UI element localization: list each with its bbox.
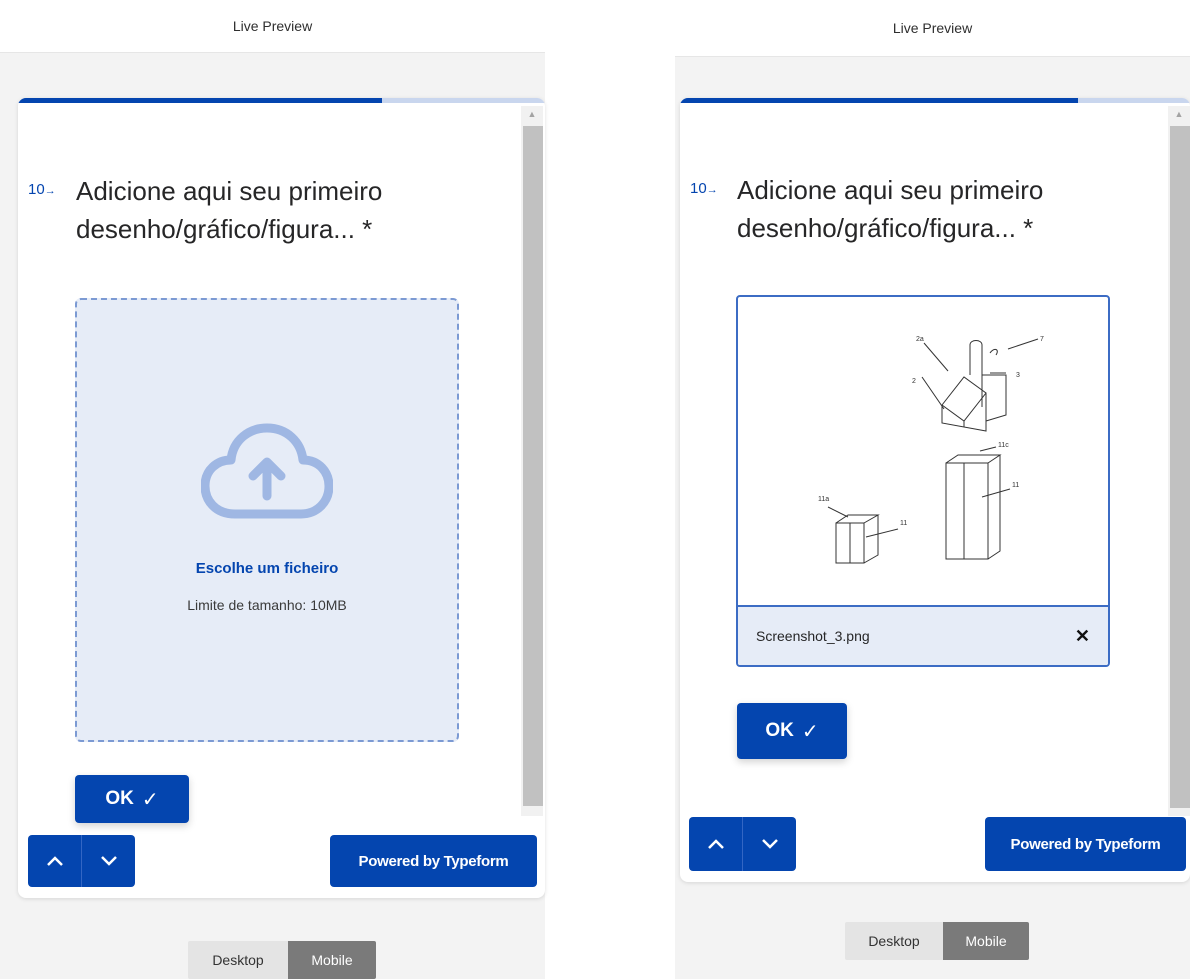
choose-file-link[interactable]: Escolhe um ficheiro xyxy=(77,560,457,577)
scroll-thumb[interactable] xyxy=(523,126,543,806)
drawing-label: 11c xyxy=(998,442,1009,449)
arrow-right-icon: → xyxy=(706,184,718,196)
question-number: 10→ xyxy=(690,180,718,197)
question-number: 10→ xyxy=(28,181,56,198)
progress-bar xyxy=(18,98,545,103)
live-preview-header: Live Preview xyxy=(675,0,1190,57)
arrow-right-icon: → xyxy=(44,185,56,197)
drawing-label: 11a xyxy=(818,496,829,503)
drawing-label: 7 xyxy=(1040,336,1044,343)
size-limit-text: Limite de tamanho: 10MB xyxy=(187,597,347,613)
remove-file-button[interactable]: ✕ xyxy=(1075,607,1090,665)
scroll-thumb[interactable] xyxy=(1170,126,1190,808)
uploaded-image-preview: 2a 7 2 3 11c 11 11a 11 xyxy=(818,336,1044,564)
chevron-down-icon xyxy=(761,839,778,849)
scrollbar[interactable]: ▲ xyxy=(1168,106,1190,816)
cloud-upload-icon xyxy=(201,423,333,519)
question-title: Adicione aqui seu primeiro desenho/gráfi… xyxy=(76,176,383,244)
progress-bar-fill xyxy=(18,98,382,103)
previous-question-button[interactable] xyxy=(28,835,81,887)
drawing-label: 3 xyxy=(1016,372,1020,379)
form-frame: ▲ 10→ Adicione aqui seu primeiro desenho… xyxy=(18,98,545,898)
file-name: Screenshot_3.png xyxy=(756,628,870,644)
check-icon: ✓ xyxy=(801,720,819,743)
question-title: Adicione aqui seu primeiro desenho/gráfi… xyxy=(737,175,1044,243)
ok-button[interactable]: OK ✓ xyxy=(75,775,189,823)
chevron-down-icon xyxy=(100,856,117,866)
powered-by-typeform-button[interactable]: Powered by Typeform xyxy=(330,835,537,887)
drawing-label: 2a xyxy=(916,336,924,343)
file-info-bar: Screenshot_3.png ✕ xyxy=(738,605,1108,665)
chevron-up-icon xyxy=(707,839,724,849)
progress-bar-fill xyxy=(680,98,1078,103)
navigation-buttons xyxy=(28,835,135,887)
preview-panel-right: Live Preview ▲ 10→ Adicione aqui seu pri… xyxy=(675,0,1190,979)
close-icon: ✕ xyxy=(1074,626,1090,646)
chevron-up-icon xyxy=(46,856,63,866)
scroll-up-arrow-icon[interactable]: ▲ xyxy=(521,106,543,122)
desktop-toggle-button[interactable]: Desktop xyxy=(845,922,943,960)
file-upload-dropzone[interactable]: Escolhe um ficheiro Limite de tamanho: 1… xyxy=(75,298,459,742)
progress-bar xyxy=(680,98,1190,103)
device-toggle: Desktop Mobile xyxy=(845,922,1029,960)
scroll-up-arrow-icon[interactable]: ▲ xyxy=(1168,106,1190,122)
drawing-label: 2 xyxy=(912,378,916,385)
check-icon: ✓ xyxy=(141,788,159,811)
previous-question-button[interactable] xyxy=(689,817,742,871)
live-preview-header: Live Preview xyxy=(0,0,545,53)
desktop-toggle-button[interactable]: Desktop xyxy=(188,941,288,979)
next-question-button[interactable] xyxy=(81,835,135,887)
powered-by-typeform-button[interactable]: Powered by Typeform xyxy=(985,817,1186,871)
preview-panel-left: Live Preview ▲ 10→ Adicione aqui seu pri… xyxy=(0,0,545,979)
scrollbar[interactable]: ▲ xyxy=(521,106,543,816)
navigation-buttons xyxy=(689,817,796,871)
uploaded-file-card: 2a 7 2 3 11c 11 11a 11 Screenshot_3.png … xyxy=(736,295,1110,667)
drawing-label: 11 xyxy=(900,520,907,527)
ok-button[interactable]: OK ✓ xyxy=(737,703,847,759)
mobile-toggle-button[interactable]: Mobile xyxy=(288,941,376,979)
form-frame: ▲ 10→ Adicione aqui seu primeiro desenho… xyxy=(680,98,1190,882)
device-toggle: Desktop Mobile xyxy=(188,941,376,979)
drawing-label: 11 xyxy=(1012,482,1019,489)
next-question-button[interactable] xyxy=(742,817,796,871)
mobile-toggle-button[interactable]: Mobile xyxy=(943,922,1029,960)
